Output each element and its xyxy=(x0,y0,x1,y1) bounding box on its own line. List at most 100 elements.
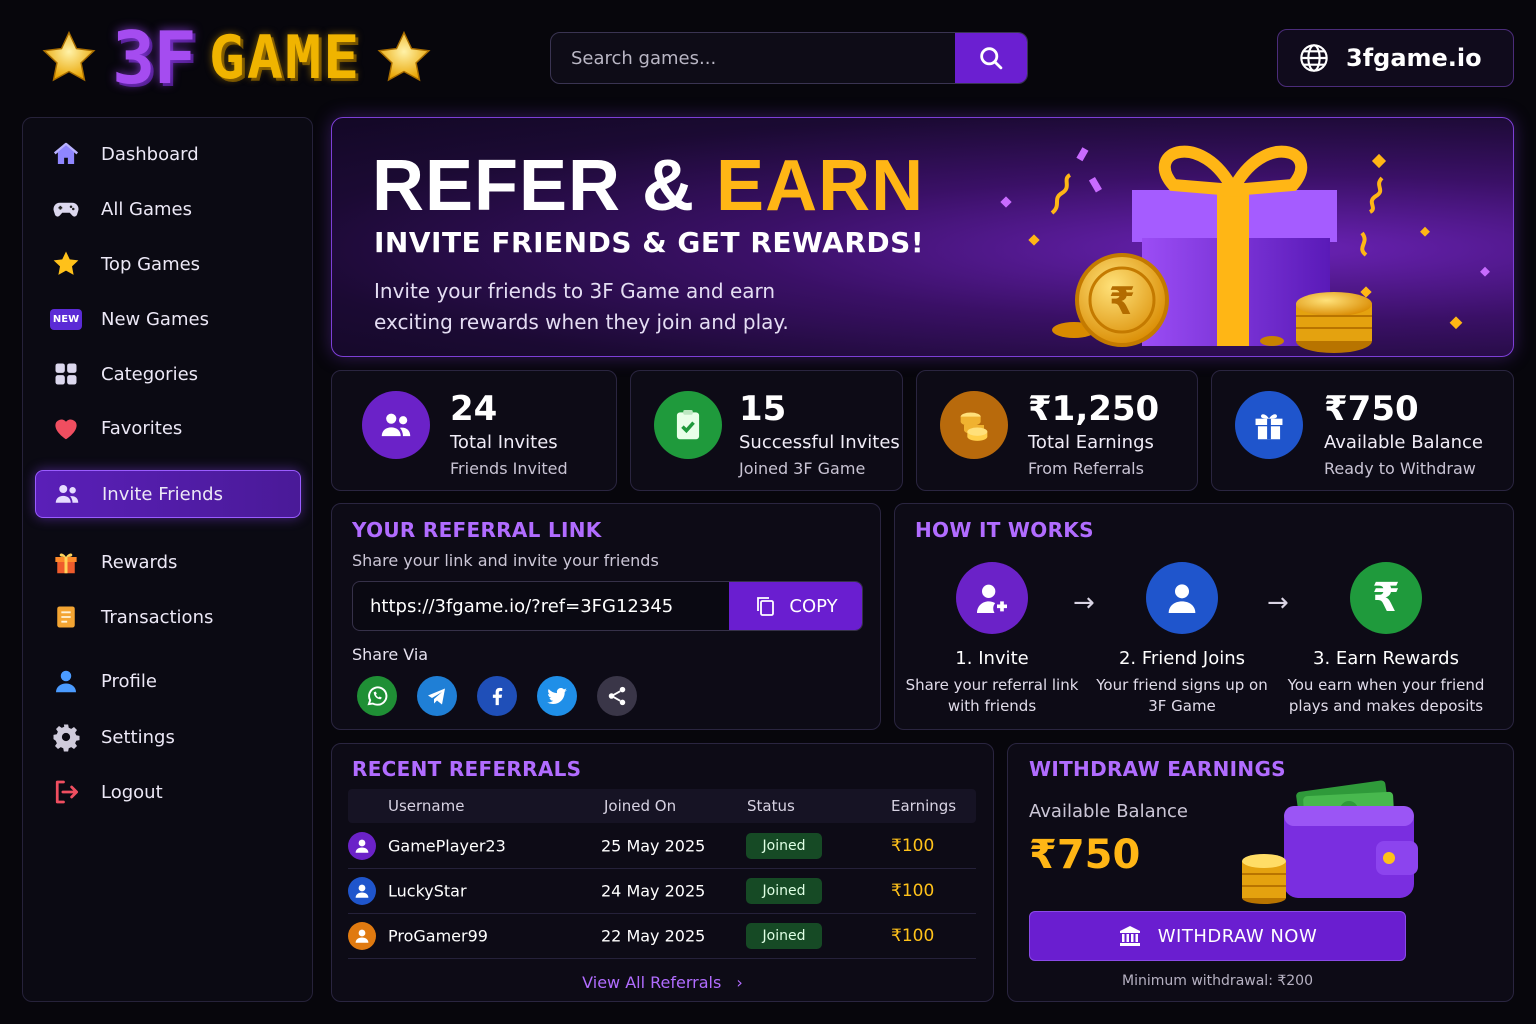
table-row[interactable]: LuckyStar 24 May 2025 Joined ₹100 xyxy=(348,869,976,914)
referral-link-panel: YOUR REFERRAL LINK Share your link and i… xyxy=(331,503,881,730)
svg-text:₹: ₹ xyxy=(1109,279,1135,323)
sidebar-item-label: Logout xyxy=(101,781,163,803)
user-plus-icon xyxy=(956,562,1028,634)
chevron-right-icon: › xyxy=(736,973,743,992)
step-description: Share your referral link with friends xyxy=(905,676,1079,715)
users-icon xyxy=(362,391,430,459)
telegram-icon[interactable] xyxy=(417,676,457,716)
stat-card-successful-invites: 15 Successful Invites Joined 3F Game xyxy=(630,370,903,491)
copy-label: COPY xyxy=(789,595,838,617)
withdraw-now-button[interactable]: WITHDRAW NOW xyxy=(1029,911,1406,961)
panel-title: HOW IT WORKS xyxy=(915,518,1094,542)
grid-icon xyxy=(51,359,81,389)
search-bar xyxy=(550,32,1028,84)
domain-button[interactable]: 3fgame.io xyxy=(1277,29,1514,87)
bank-icon xyxy=(1119,926,1140,946)
column-header: Username xyxy=(388,797,465,815)
refer-earn-banner: REFER & EARN INVITE FRIENDS & GET REWARD… xyxy=(331,117,1514,357)
step-title: 2. Friend Joins xyxy=(1118,648,1246,669)
home-icon xyxy=(51,139,81,169)
username: LuckyStar xyxy=(388,881,467,901)
step-invite: 1. Invite Share your referral link with … xyxy=(897,562,1087,717)
recent-referrals-panel: RECENT REFERRALS Username Joined On Stat… xyxy=(331,743,994,1002)
step-title: 3. Earn Rewards xyxy=(1313,648,1459,669)
sidebar: Dashboard All Games Top Games NEW New Ga… xyxy=(22,117,313,1002)
stat-sub: Ready to Withdraw xyxy=(1324,459,1476,478)
stat-value: ₹1,250 xyxy=(1028,389,1160,429)
column-header: Status xyxy=(747,797,795,815)
rupee-icon: ₹ xyxy=(1350,562,1422,634)
sidebar-item-transactions[interactable]: Transactions xyxy=(35,593,301,641)
step-title: 1. Invite xyxy=(955,648,1029,669)
search-input[interactable] xyxy=(551,33,955,83)
joined-date: 24 May 2025 xyxy=(601,881,706,901)
facebook-icon[interactable] xyxy=(477,676,517,716)
avatar xyxy=(348,877,376,905)
panel-title: RECENT REFERRALS xyxy=(352,757,582,781)
withdraw-panel: WITHDRAW EARNINGS Available Balance ₹750… xyxy=(1007,743,1514,1002)
sidebar-item-top-games[interactable]: Top Games xyxy=(35,240,301,288)
globe-icon xyxy=(1300,44,1328,72)
joined-date: 22 May 2025 xyxy=(601,926,706,946)
check-clipboard-icon xyxy=(654,391,722,459)
sidebar-item-all-games[interactable]: All Games xyxy=(35,185,301,233)
sidebar-item-logout[interactable]: Logout xyxy=(35,768,301,816)
star-icon xyxy=(42,30,96,82)
coins-icon xyxy=(940,391,1008,459)
gamepad-icon xyxy=(51,194,81,224)
sidebar-item-invite-friends[interactable]: Invite Friends xyxy=(35,470,301,518)
sidebar-item-dashboard[interactable]: Dashboard xyxy=(35,130,301,178)
sidebar-item-categories[interactable]: Categories xyxy=(35,350,301,398)
star-icon xyxy=(377,30,431,82)
panel-title: YOUR REFERRAL LINK xyxy=(352,518,602,542)
sidebar-item-rewards[interactable]: Rewards xyxy=(35,538,301,586)
logo-text-game: GAME xyxy=(208,23,362,93)
share-icon[interactable] xyxy=(597,676,637,716)
new-badge-icon: NEW xyxy=(49,304,83,334)
brand-logo[interactable]: 3F GAME xyxy=(40,22,433,94)
table-row[interactable]: GamePlayer23 25 May 2025 Joined ₹100 xyxy=(348,824,976,869)
step-description: Your friend signs up on 3F Game xyxy=(1096,676,1268,715)
sidebar-item-label: Top Games xyxy=(101,253,201,275)
search-button[interactable] xyxy=(955,33,1027,83)
referral-link-field[interactable]: https://3fgame.io/?ref=3FG12345 COPY xyxy=(352,581,863,631)
stat-value: ₹750 xyxy=(1324,389,1419,429)
earnings-value: ₹100 xyxy=(891,836,935,856)
sidebar-item-label: Favorites xyxy=(101,417,183,439)
stat-label: Total Earnings xyxy=(1028,432,1154,453)
status-badge: Joined xyxy=(746,878,822,904)
sidebar-item-label: All Games xyxy=(101,198,193,220)
user-icon xyxy=(51,666,81,696)
sidebar-item-label: Transactions xyxy=(101,606,214,628)
view-all-referrals-link[interactable]: View All Referrals › xyxy=(332,973,993,992)
table-header: Username Joined On Status Earnings xyxy=(348,789,976,823)
step-earn-rewards: ₹ 3. Earn Rewards You earn when your fri… xyxy=(1286,562,1486,717)
sidebar-item-favorites[interactable]: Favorites xyxy=(35,404,301,452)
table-row[interactable]: ProGamer99 22 May 2025 Joined ₹100 xyxy=(348,914,976,959)
banner-title: REFER & EARN xyxy=(372,146,925,226)
whatsapp-icon[interactable] xyxy=(357,676,397,716)
copy-button[interactable]: COPY xyxy=(729,582,862,630)
referral-url[interactable]: https://3fgame.io/?ref=3FG12345 xyxy=(370,596,673,617)
sidebar-item-label: New Games xyxy=(101,308,209,330)
sidebar-item-label: Rewards xyxy=(101,551,178,573)
sidebar-item-label: Dashboard xyxy=(101,143,199,165)
sidebar-item-settings[interactable]: Settings xyxy=(35,713,301,761)
username: ProGamer99 xyxy=(388,926,488,946)
status-badge: Joined xyxy=(746,923,822,949)
panel-subtitle: Share your link and invite your friends xyxy=(352,551,659,570)
sidebar-item-new-games[interactable]: NEW New Games xyxy=(35,295,301,343)
status-badge: Joined xyxy=(746,833,822,859)
banner-description: Invite your friends to 3F Game and earn … xyxy=(374,279,789,334)
copy-icon xyxy=(757,597,775,616)
share-via-label: Share Via xyxy=(352,645,429,664)
stat-sub: Friends Invited xyxy=(450,459,568,478)
document-icon xyxy=(51,602,81,632)
twitter-icon[interactable] xyxy=(537,676,577,716)
domain-label: 3fgame.io xyxy=(1346,44,1482,72)
step-description: You earn when your friend plays and make… xyxy=(1287,676,1485,715)
stat-value: 15 xyxy=(739,389,787,429)
username: GamePlayer23 xyxy=(388,836,506,856)
avatar xyxy=(348,832,376,860)
sidebar-item-profile[interactable]: Profile xyxy=(35,657,301,705)
